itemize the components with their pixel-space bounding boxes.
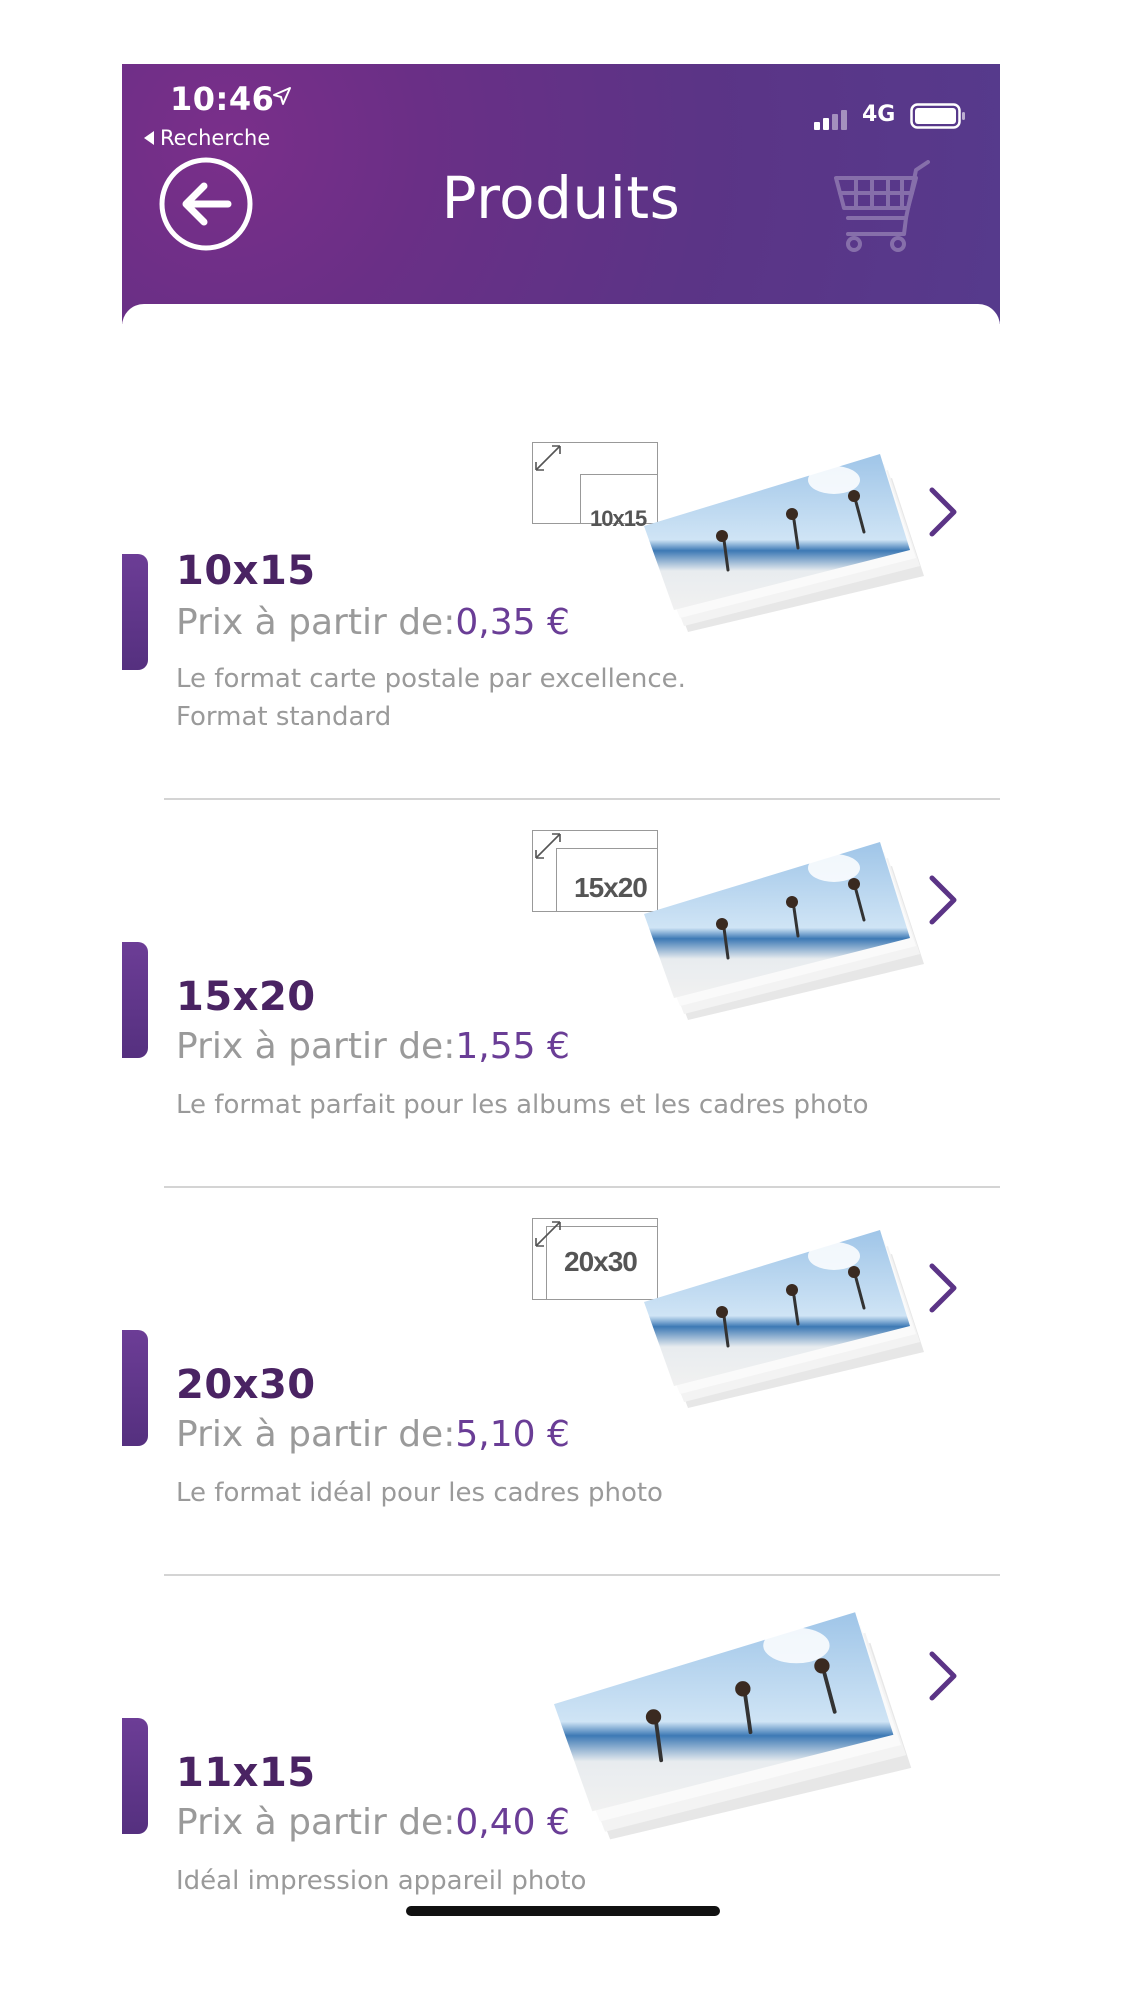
product-name: 15x20	[176, 974, 316, 1020]
product-price: Prix à partir de:1,55 €	[176, 1026, 570, 1067]
chevron-right-icon[interactable]	[922, 870, 962, 930]
product-price: Prix à partir de:0,40 €	[176, 1802, 570, 1843]
description-line: Le format parfait pour les albums et les…	[176, 1090, 869, 1120]
price-value: 0,35 €	[455, 602, 570, 643]
item-accent-bar	[122, 942, 148, 1058]
description-line: Le format idéal pour les cadres photo	[176, 1478, 663, 1508]
cart-icon[interactable]	[832, 156, 932, 256]
chevron-right-icon[interactable]	[922, 1258, 962, 1318]
price-value: 5,10 €	[455, 1414, 570, 1455]
signal-icon	[814, 110, 847, 130]
phone-screen: 10:46 Recherche 4G Produits 10x15 10x15 …	[122, 64, 1000, 1924]
back-to-app-label: Recherche	[160, 126, 271, 150]
photo-stack-image	[644, 1230, 924, 1408]
photo-stack-image	[554, 1612, 912, 1840]
photo-stack-image	[644, 842, 924, 1020]
product-name: 11x15	[176, 1750, 316, 1796]
product-description: Le format carte postale par excellence. …	[176, 660, 896, 736]
network-type: 4G	[862, 102, 896, 127]
description-line: Le format carte postale par excellence.	[176, 664, 686, 694]
size-badge-label: 15x20	[574, 872, 648, 903]
price-label: Prix à partir de:	[176, 1414, 456, 1455]
item-accent-bar	[122, 554, 148, 670]
description-line: Format standard	[176, 702, 392, 732]
location-arrow-icon	[273, 87, 291, 105]
chevron-right-icon[interactable]	[922, 1646, 962, 1706]
content-sheet-top	[122, 304, 1000, 364]
battery-icon	[910, 103, 965, 129]
price-label: Prix à partir de:	[176, 1026, 456, 1067]
product-item-11x15[interactable]: 11x15 Prix à partir de:0,40 € Idéal impr…	[122, 1576, 1000, 1924]
product-price: Prix à partir de:0,35 €	[176, 602, 570, 643]
header: 10:46 Recherche 4G Produits	[122, 64, 1000, 324]
item-accent-bar	[122, 1330, 148, 1446]
product-name: 10x15	[176, 548, 316, 594]
product-item-15x20[interactable]: 15x20 15x20 Prix à partir de:1,55 € Le f…	[122, 800, 1000, 1188]
product-price: Prix à partir de:5,10 €	[176, 1414, 570, 1455]
back-triangle-icon	[144, 131, 154, 145]
price-label: Prix à partir de:	[176, 602, 456, 643]
price-value: 1,55 €	[455, 1026, 570, 1067]
product-description: Le format idéal pour les cadres photo	[176, 1474, 896, 1512]
size-badge-label: 10x15	[590, 506, 647, 531]
price-label: Prix à partir de:	[176, 1802, 456, 1843]
product-description: Le format parfait pour les albums et les…	[176, 1086, 896, 1124]
product-item-20x30[interactable]: 20x30 20x30 Prix à partir de:5,10 € Le f…	[122, 1188, 1000, 1576]
chevron-right-icon[interactable]	[922, 482, 962, 542]
photo-stack-image	[644, 454, 924, 632]
back-to-app-link[interactable]: Recherche	[144, 126, 270, 150]
size-badge-label: 20x30	[564, 1246, 638, 1277]
item-accent-bar	[122, 1718, 148, 1834]
product-description: Idéal impression appareil photo	[176, 1862, 896, 1900]
product-item-10x15[interactable]: 10x15 10x15 Prix à partir de:0,35 € Le f…	[122, 412, 1000, 800]
product-name: 20x30	[176, 1362, 316, 1408]
status-time: 10:46	[170, 80, 275, 118]
price-value: 0,40 €	[455, 1802, 570, 1843]
home-indicator[interactable]	[406, 1906, 720, 1916]
description-line: Idéal impression appareil photo	[176, 1866, 587, 1896]
